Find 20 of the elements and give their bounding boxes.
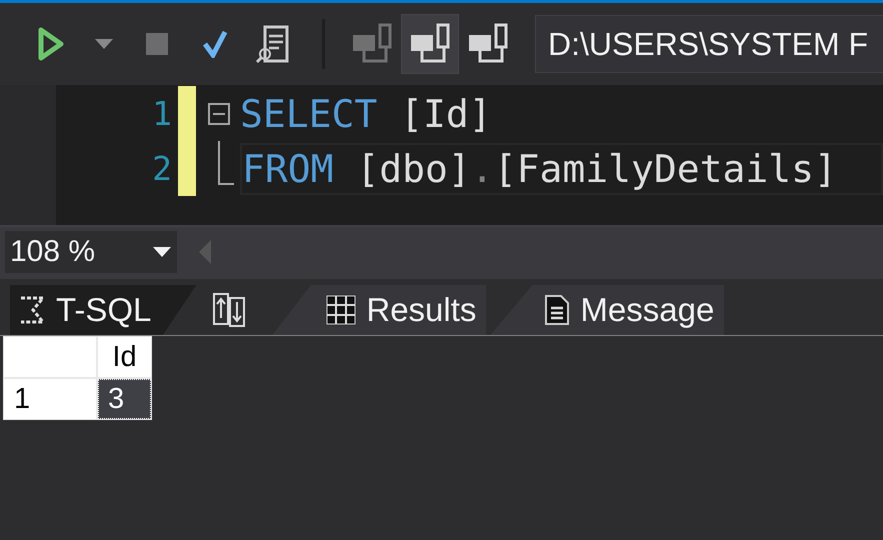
change-marker	[178, 86, 196, 141]
column-header: Id	[98, 337, 151, 377]
line-number: 2	[151, 149, 173, 188]
code-line: SELECT [Id]	[240, 90, 493, 138]
line-number: 1	[151, 94, 173, 133]
result-tab[interactable]: Results	[272, 285, 486, 335]
change-marker	[178, 141, 196, 196]
result-tab[interactable]: T-SQL	[10, 285, 196, 335]
collapse-icon[interactable]	[208, 102, 230, 124]
compare-icon	[212, 292, 246, 328]
path-field[interactable]: D:\USERS\SYSTEM F	[535, 15, 883, 73]
query-icon	[18, 295, 46, 325]
result-tab[interactable]: Message	[490, 285, 724, 335]
document-icon	[544, 294, 570, 326]
zoom-dropdown[interactable]: 108 %	[5, 231, 177, 273]
grid-icon	[326, 295, 356, 325]
caret-icon	[153, 247, 171, 257]
row-number: 1	[4, 379, 96, 419]
connect-button[interactable]	[401, 14, 459, 74]
table-cell[interactable]: 3	[98, 379, 151, 419]
